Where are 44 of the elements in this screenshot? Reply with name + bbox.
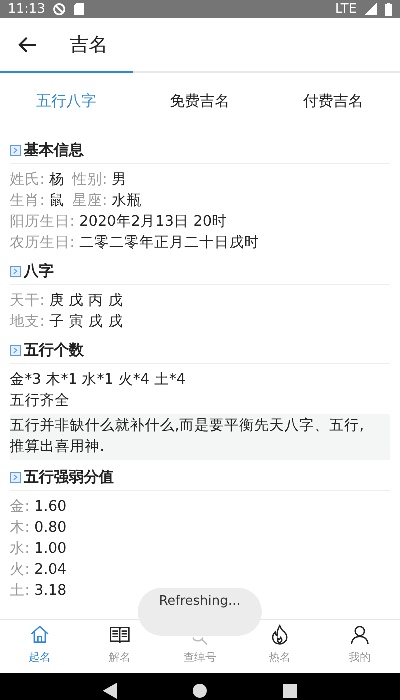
- page-title: 吉名: [70, 32, 108, 58]
- section-icon: [10, 472, 21, 482]
- field-row-text: 火: 2.04: [10, 561, 67, 580]
- field-row-text: 姓氏: 杨: [10, 171, 64, 190]
- field-row-text: 木: 0.80: [10, 519, 67, 538]
- recents-icon[interactable]: [283, 684, 297, 698]
- section-title: 五行个数: [24, 340, 84, 360]
- field-row-text: 地支: 子 寅 戌 戌: [10, 313, 124, 332]
- section-icon: [10, 344, 21, 356]
- nav-item[interactable]: 我的: [320, 620, 400, 673]
- tab[interactable]: 付费吉名: [266, 71, 400, 129]
- tab[interactable]: 五行八字: [0, 71, 134, 129]
- field-row-text: 星座: 水瓶: [72, 192, 142, 211]
- field-row-text: 金: 1.60: [10, 498, 67, 517]
- field-row-text: 土: 3.18: [10, 582, 67, 601]
- field-row-text: 阳历生日: 2020年2月13日 20时: [10, 213, 228, 232]
- network-type: LTE: [335, 2, 357, 16]
- signal-icon: [365, 3, 377, 15]
- info-text: 金*3 木*1 水*1 火*4 土*4: [10, 371, 186, 390]
- toast: Refreshing...: [138, 588, 262, 636]
- section-icon: [10, 266, 21, 276]
- person-icon: [349, 624, 371, 646]
- section-icon: [10, 144, 21, 156]
- sd-card-icon: [74, 3, 84, 15]
- field-row-text: 生肖: 鼠: [10, 192, 64, 211]
- status-time: 11:13: [8, 2, 46, 16]
- battery-icon: [385, 2, 392, 16]
- nav-item[interactable]: 起名: [0, 620, 80, 673]
- field-row-text: 天干: 庚 戊 丙 戊: [10, 292, 124, 311]
- back-icon[interactable]: [18, 34, 38, 54]
- field-row-text: 性别: 男: [72, 171, 127, 190]
- section-title: 五行强弱分值: [24, 468, 114, 486]
- field-row-text: 水: 1.00: [10, 540, 67, 559]
- home-icon[interactable]: [192, 682, 208, 698]
- home-icon: [29, 624, 51, 646]
- tab[interactable]: 免费吉名: [133, 71, 267, 129]
- info-text: 五行齐全: [10, 392, 70, 411]
- do-not-disturb-icon: [53, 2, 66, 16]
- book-icon: [109, 624, 131, 646]
- section-title: 基本信息: [24, 140, 84, 160]
- section-title: 八字: [24, 262, 54, 280]
- back-icon[interactable]: [103, 682, 117, 698]
- note-text: 五行并非缺什么就补什么,而是要平衡先天八字、五行,推算出喜用神.: [10, 414, 390, 460]
- field-row-text: 农历生日: 二零二零年正月二十日戌时: [10, 234, 260, 253]
